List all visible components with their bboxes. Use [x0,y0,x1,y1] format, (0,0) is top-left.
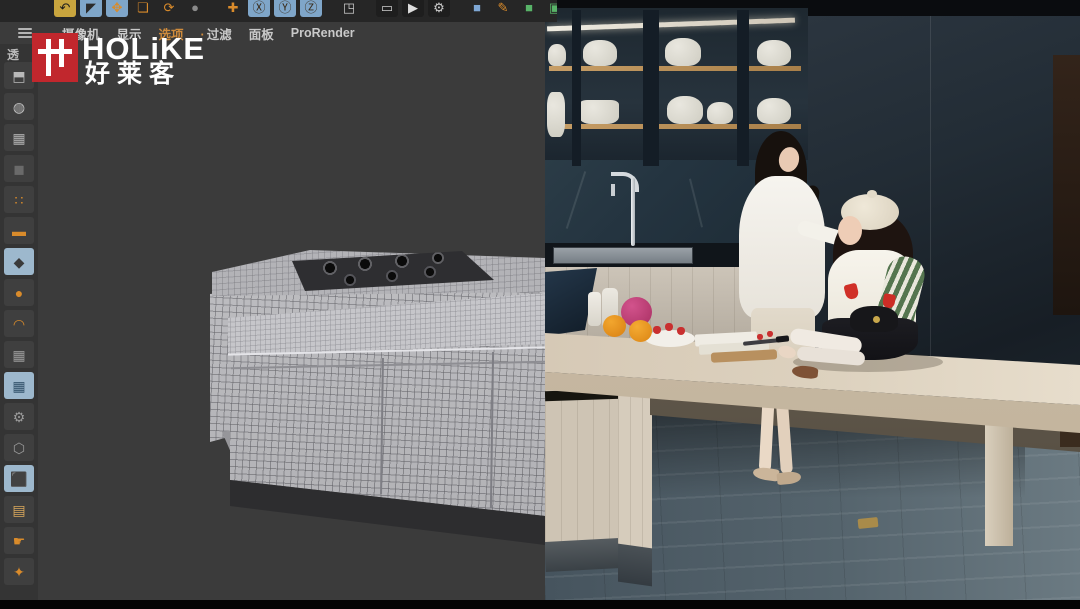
axis-x-lock-button[interactable]: Ⓧ [248,0,270,17]
edge-mode-icon[interactable]: ▬ [4,217,34,244]
menu-item-3[interactable]: ·过滤 [201,24,232,43]
island-drawer-block [545,383,620,555]
strawberry [677,327,685,335]
object-cube-icon[interactable]: ⬛ [4,465,34,492]
faucet-pipe [631,178,635,246]
coordinate-system-icon[interactable]: ◳ [338,0,360,17]
girl-beret-nub [867,190,877,198]
move-tool-icon[interactable]: ✥ [106,0,128,17]
hamburger-menu-icon[interactable] [18,28,32,38]
holike-logo-mark [32,33,78,82]
strawberry-plate [645,330,695,347]
stainless-sink [553,247,693,264]
subdivision-surface-icon[interactable]: ■ [518,0,540,17]
points-mode-icon[interactable]: ∷ [4,186,34,213]
plate-stack [579,100,619,124]
scale-tool-icon[interactable]: ❏ [132,0,154,17]
axis-z-lock-button[interactable]: Ⓩ [300,0,322,17]
cube-primitive-icon[interactable]: ■ [466,0,488,17]
hat-gold-emblem [873,316,880,323]
pen-spline-icon[interactable]: ✎ [492,0,514,17]
last-tool-icon[interactable]: ● [184,0,206,17]
menu-item-5[interactable]: ProRender [291,26,355,40]
menu-item-4[interactable]: 面板 [249,24,274,43]
lit-shelf [549,124,801,129]
render-settings-icon[interactable]: ⚙ [428,0,450,17]
model-mode-icon[interactable]: ◍ [4,93,34,120]
viewport-label-fragment: 透 [7,46,19,63]
lit-shelf [549,66,801,71]
top-toolbar: ↶◤✥❏⟳●✚ⓍⓎⓏ◳▭▶⚙■✎■▣ [0,0,557,22]
coordinate-cross-icon[interactable]: ✚ [222,0,244,17]
magnet-tool-icon[interactable]: ✦ [4,558,34,585]
orange-fruit [629,320,652,342]
mesh-gear-icon[interactable]: ⚙ [4,403,34,430]
texture-mode-icon[interactable]: ▦ [4,124,34,151]
render-view-icon[interactable]: ▭ [376,0,398,17]
live-selection-icon[interactable]: ◤ [80,0,102,17]
ceramic-pot [667,96,703,124]
support-plinth [618,544,652,587]
mode-sidebar: ⬒ ◍ ▦ ◼ ∷ ▬ ◆ ● ◠ ▦ ▦ ⚙ ⬡ ⬛ ▤ ☛ ✦ [0,44,38,600]
girl-face [838,216,862,245]
wood-trim [1053,55,1080,315]
strawberry [653,326,661,334]
rotate-tool-icon[interactable]: ⟳ [158,0,180,17]
strawberry [757,334,763,340]
kitchen-photo [545,0,1080,600]
ceramic-pot [757,40,791,66]
make-editable-icon[interactable]: ⬒ [4,62,34,89]
polygon-mode-icon[interactable]: ◆ [4,248,34,275]
ceramic-jug [547,92,565,137]
menu-item-label: 过滤 [207,28,232,42]
hexagon-outline-icon[interactable]: ⬡ [4,434,34,461]
ceramic-pot [583,40,617,66]
snap-tool-icon[interactable]: ☛ [4,527,34,554]
brand-chinese: 好莱客 [85,61,181,89]
gold-object-on-floor [858,517,879,529]
island-plinth [545,538,621,572]
holike-door-glyph [38,39,72,76]
strawberry [767,331,773,337]
cinema4d-window: ↶◤✥❏⟳●✚ⓍⓎⓏ◳▭▶⚙■✎■▣ 摄像机显示选项·过滤面板ProRender… [0,0,1080,609]
mesh-grid-selected-icon[interactable]: ▦ [4,372,34,399]
letterbox-bar [0,600,1080,609]
menu-item-label: ProRender [291,26,355,40]
table-leg [985,418,1013,546]
render-picture-viewer-icon[interactable]: ▶ [402,0,424,17]
ceramic-jug [548,44,566,66]
instance-object-icon[interactable]: ▣ [544,0,557,17]
enable-axis-icon[interactable]: ● [4,279,34,306]
table-support-panel [618,383,652,553]
ceramic-pot [665,38,701,66]
mother-blouse [739,176,825,318]
workplane-mode-icon[interactable]: ◼ [4,155,34,182]
axis-band-icon[interactable]: ◠ [4,310,34,337]
menu-item-label: 面板 [249,28,274,42]
undo-icon[interactable]: ↶ [54,0,76,17]
axis-y-lock-button[interactable]: Ⓨ [274,0,296,17]
mesh-grid-icon[interactable]: ▦ [4,341,34,368]
ceramic-pot [707,102,733,124]
orange-fruit [603,315,626,337]
faucet-spout [611,184,615,196]
strawberry [665,323,673,331]
clipboard-icon[interactable]: ▤ [4,496,34,523]
ceramic-pot [757,98,791,124]
ceramic-jar [588,292,601,326]
cabinet-divider [572,10,581,166]
cabinet-divider [643,10,659,166]
cabinet-divider [737,10,749,166]
